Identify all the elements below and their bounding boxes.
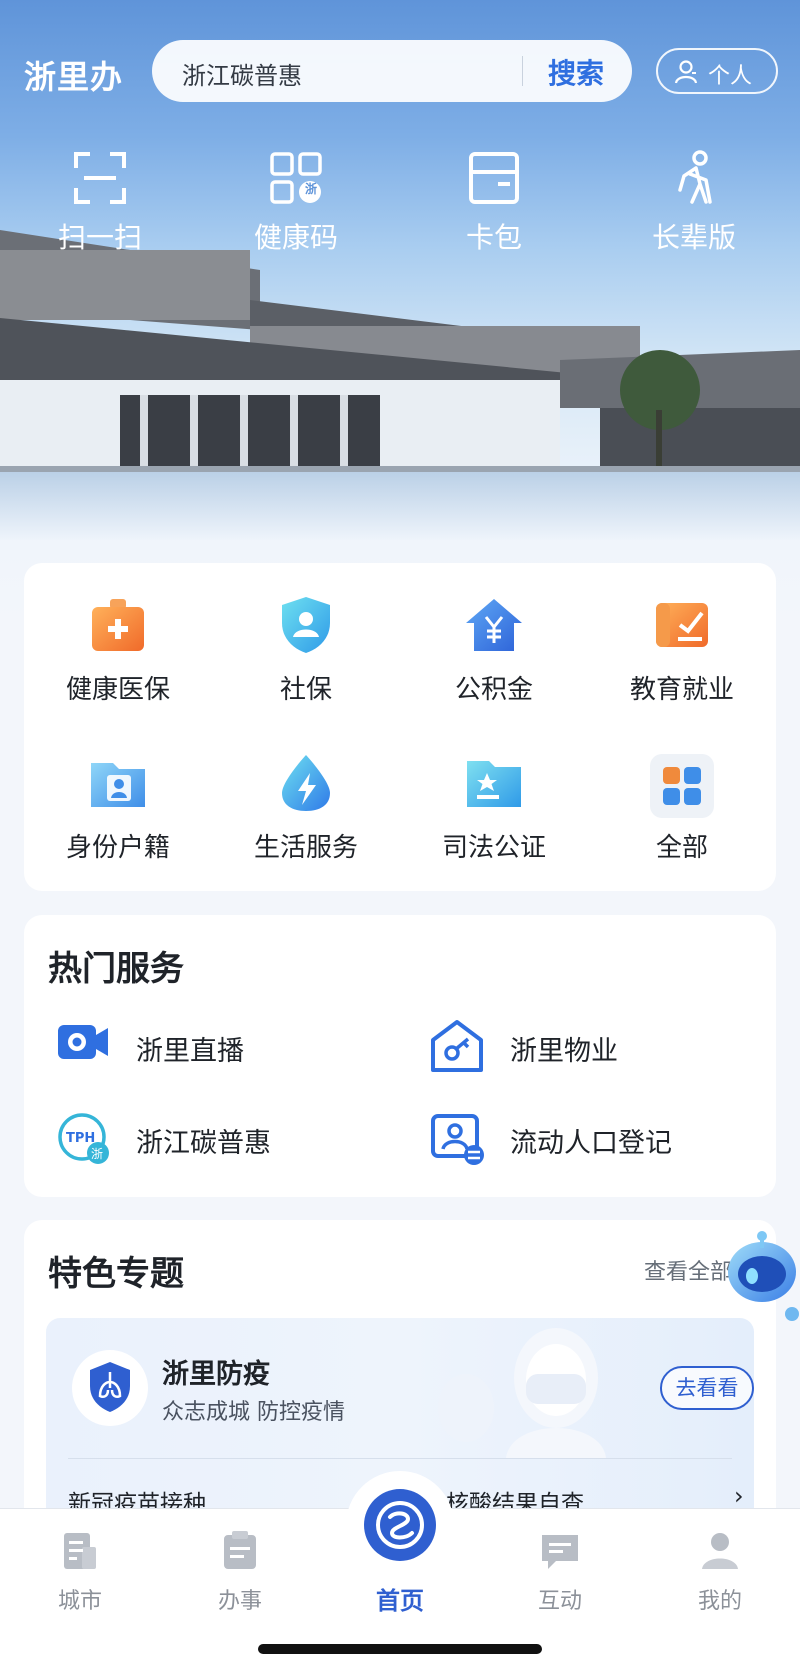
service-label: 教育就业 [629, 675, 734, 705]
person-icon [674, 60, 698, 84]
video-camera-icon [58, 1025, 108, 1059]
drop-lightning-icon [282, 755, 330, 811]
nav-label-active: 首页 [376, 1587, 424, 1615]
chevron-right-icon[interactable]: › [734, 1482, 744, 1510]
hot-services-card: 热门服务 浙里直播 浙里物业 TPH 浙 浙江碳普惠 流动人口登记 [24, 915, 776, 1197]
service-identity[interactable]: 身份户籍 [24, 753, 212, 903]
personal-button[interactable]: 个人 [656, 48, 778, 94]
search-query: 浙江碳普惠 [182, 62, 302, 90]
search-input[interactable]: 浙江碳普惠 搜索 [152, 40, 632, 102]
hot-item-label: 浙江碳普惠 [136, 1128, 271, 1159]
nav-mine[interactable]: 我的 [640, 1529, 800, 1615]
banner-title: 浙里防疫 [162, 1359, 270, 1390]
service-medical[interactable]: 健康医保 [24, 595, 212, 745]
scan-icon [74, 152, 126, 204]
medical-kit-icon [92, 599, 144, 651]
service-label: 司法公证 [441, 833, 546, 863]
building-illustration [0, 230, 800, 540]
affairs-icon [224, 1531, 256, 1569]
hot-item-live[interactable]: 浙里直播 [56, 1015, 396, 1075]
search-divider [522, 56, 523, 86]
nav-label: 办事 [217, 1589, 262, 1614]
top-bar: 浙里办 浙江碳普惠 搜索 个人 [0, 38, 800, 106]
service-social-security[interactable]: 社保 [212, 595, 400, 745]
hot-item-property[interactable]: 浙里物业 [430, 1015, 770, 1075]
services-card: 健康医保 社保 公积金 教育就业 身份户籍 生活服务 司法公证 全部 [24, 563, 776, 891]
justice-folder-icon [467, 761, 521, 807]
house-yuan-icon [466, 599, 522, 651]
go-see-button[interactable]: 去看看 [660, 1366, 754, 1410]
service-label: 健康医保 [65, 675, 170, 705]
hot-services-title: 热门服务 [48, 949, 184, 989]
chat-icon [542, 1535, 578, 1569]
quick-card-wallet[interactable]: 卡包 [394, 150, 594, 260]
nav-city[interactable]: 城市 [0, 1529, 160, 1615]
nav-label: 城市 [57, 1589, 102, 1614]
medical-staff-illustration [438, 1328, 606, 1458]
shield-lungs-icon [72, 1350, 148, 1426]
quick-label: 长辈版 [651, 221, 736, 254]
grid-all-icon [650, 754, 714, 818]
quick-label: 扫一扫 [57, 221, 142, 254]
tph-icon-badge: 浙 [91, 1147, 103, 1161]
population-register-icon [431, 1114, 484, 1165]
personal-label: 个人 [708, 64, 753, 89]
service-all[interactable]: 全部 [588, 753, 776, 903]
nav-label: 互动 [537, 1589, 582, 1614]
quick-label: 健康码 [253, 221, 338, 254]
city-icon [64, 1533, 96, 1569]
banner-divider [68, 1458, 732, 1459]
nav-label: 我的 [697, 1589, 742, 1614]
service-label: 公积金 [454, 675, 533, 705]
service-label: 社保 [279, 675, 332, 705]
property-key-icon [431, 1020, 483, 1072]
app-logo: 浙里办 [24, 58, 124, 96]
quick-label: 卡包 [465, 221, 522, 254]
shield-person-icon [282, 597, 330, 653]
assistant-robot-icon[interactable] [718, 1222, 800, 1332]
nav-interact[interactable]: 互动 [480, 1529, 640, 1615]
service-education[interactable]: 教育就业 [588, 595, 776, 745]
hot-item-carbon[interactable]: TPH 浙 浙江碳普惠 [56, 1107, 396, 1167]
service-label: 生活服务 [253, 833, 358, 863]
profile-icon [702, 1533, 738, 1569]
hero-banner: 浙里办 浙江碳普惠 搜索 个人 扫一扫 浙 健康码 卡包 长辈版 [0, 0, 800, 620]
service-label: 全部 [655, 833, 708, 863]
service-housing-fund[interactable]: 公积金 [400, 595, 588, 745]
elder-mode-icon [678, 150, 712, 204]
card-wallet-icon [469, 152, 519, 204]
education-icon [656, 603, 708, 647]
banner-subtitle: 众志成城 防控疫情 [162, 1400, 345, 1425]
hot-item-label: 流动人口登记 [510, 1128, 672, 1159]
tph-icon-text: TPH [66, 1131, 95, 1146]
featured-title: 特色专题 [48, 1254, 184, 1294]
tph-icon: TPH 浙 [58, 1113, 109, 1164]
nav-affairs[interactable]: 办事 [160, 1529, 320, 1615]
quick-scan[interactable]: 扫一扫 [0, 150, 200, 260]
service-justice[interactable]: 司法公证 [400, 753, 588, 903]
health-code-icon [270, 152, 322, 204]
hot-item-label: 浙里物业 [510, 1036, 618, 1067]
id-folder-icon [91, 763, 145, 807]
health-code-badge: 浙 [305, 182, 318, 196]
service-label: 身份户籍 [65, 833, 170, 863]
search-button[interactable]: 搜索 [548, 52, 604, 92]
service-living[interactable]: 生活服务 [212, 753, 400, 903]
quick-elder-mode[interactable]: 长辈版 [594, 150, 794, 260]
home-indicator [258, 1644, 542, 1654]
quick-health-code[interactable]: 浙 健康码 [196, 150, 396, 260]
hot-item-population[interactable]: 流动人口登记 [430, 1107, 770, 1167]
home-logo-icon [364, 1489, 436, 1561]
hot-item-label: 浙里直播 [136, 1036, 244, 1067]
